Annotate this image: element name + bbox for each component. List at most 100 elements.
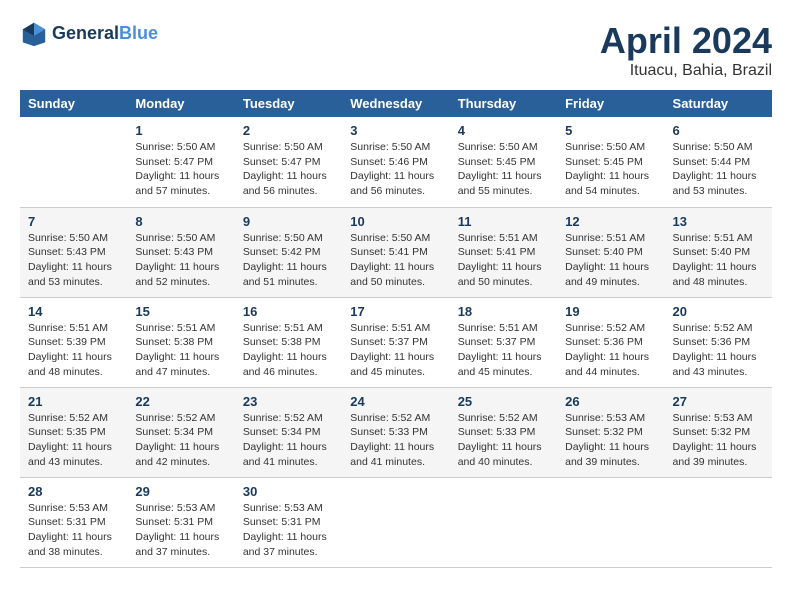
day-cell: 22 Sunrise: 5:52 AM Sunset: 5:34 PM Dayli… [127,387,234,477]
day-cell: 3 Sunrise: 5:50 AM Sunset: 5:46 PM Daylig… [342,117,449,207]
day-cell: 23 Sunrise: 5:52 AM Sunset: 5:34 PM Dayli… [235,387,342,477]
day-number: 3 [350,123,441,138]
day-info: Sunrise: 5:51 AM Sunset: 5:37 PM Dayligh… [458,321,549,380]
day-number: 21 [28,394,119,409]
day-number: 22 [135,394,226,409]
day-cell: 28 Sunrise: 5:53 AM Sunset: 5:31 PM Dayli… [20,477,127,567]
day-info: Sunrise: 5:52 AM Sunset: 5:36 PM Dayligh… [673,321,764,380]
day-info: Sunrise: 5:50 AM Sunset: 5:45 PM Dayligh… [565,140,656,199]
day-cell: 10 Sunrise: 5:50 AM Sunset: 5:41 PM Dayli… [342,207,449,297]
day-number: 6 [673,123,764,138]
day-cell [20,117,127,207]
logo-text: GeneralBlue [52,24,158,44]
day-info: Sunrise: 5:51 AM Sunset: 5:40 PM Dayligh… [565,231,656,290]
day-number: 17 [350,304,441,319]
day-cell: 2 Sunrise: 5:50 AM Sunset: 5:47 PM Daylig… [235,117,342,207]
day-info: Sunrise: 5:53 AM Sunset: 5:32 PM Dayligh… [565,411,656,470]
day-cell: 16Sunrise: 5:51 AM Sunset: 5:38 PM Dayli… [235,297,342,387]
day-number: 12 [565,214,656,229]
day-cell: 5Sunrise: 5:50 AM Sunset: 5:45 PM Daylig… [557,117,664,207]
day-info: Sunrise: 5:52 AM Sunset: 5:36 PM Dayligh… [565,321,656,380]
day-cell: 4 Sunrise: 5:50 AM Sunset: 5:45 PM Daylig… [450,117,557,207]
day-info: Sunrise: 5:50 AM Sunset: 5:46 PM Dayligh… [350,140,441,199]
day-info: Sunrise: 5:50 AM Sunset: 5:41 PM Dayligh… [350,231,441,290]
day-number: 13 [673,214,764,229]
day-info: Sunrise: 5:53 AM Sunset: 5:31 PM Dayligh… [28,501,119,560]
day-cell: 20Sunrise: 5:52 AM Sunset: 5:36 PM Dayli… [665,297,772,387]
day-number: 4 [458,123,549,138]
day-cell: 30 Sunrise: 5:53 AM Sunset: 5:31 PM Dayli… [235,477,342,567]
day-number: 24 [350,394,441,409]
day-info: Sunrise: 5:51 AM Sunset: 5:37 PM Dayligh… [350,321,441,380]
calendar-table: SundayMondayTuesdayWednesdayThursdayFrid… [20,90,772,568]
header-sunday: Sunday [20,90,127,117]
day-cell: 19 Sunrise: 5:52 AM Sunset: 5:36 PM Dayli… [557,297,664,387]
day-info: Sunrise: 5:50 AM Sunset: 5:43 PM Dayligh… [135,231,226,290]
day-number: 19 [565,304,656,319]
header-saturday: Saturday [665,90,772,117]
day-cell [342,477,449,567]
day-info: Sunrise: 5:50 AM Sunset: 5:43 PM Dayligh… [28,231,119,290]
title-block: April 2024 Ituacu, Bahia, Brazil [600,20,772,80]
header-tuesday: Tuesday [235,90,342,117]
day-number: 18 [458,304,549,319]
day-number: 25 [458,394,549,409]
day-info: Sunrise: 5:51 AM Sunset: 5:39 PM Dayligh… [28,321,119,380]
day-cell: 12 Sunrise: 5:51 AM Sunset: 5:40 PM Dayli… [557,207,664,297]
day-cell: 27 Sunrise: 5:53 AM Sunset: 5:32 PM Dayli… [665,387,772,477]
day-info: Sunrise: 5:51 AM Sunset: 5:40 PM Dayligh… [673,231,764,290]
day-number: 30 [243,484,334,499]
day-cell: 14 Sunrise: 5:51 AM Sunset: 5:39 PM Dayli… [20,297,127,387]
day-cell [665,477,772,567]
day-cell: 15Sunrise: 5:51 AM Sunset: 5:38 PM Dayli… [127,297,234,387]
day-cell: 25 Sunrise: 5:52 AM Sunset: 5:33 PM Dayli… [450,387,557,477]
day-cell: 24 Sunrise: 5:52 AM Sunset: 5:33 PM Dayli… [342,387,449,477]
day-cell: 1Sunrise: 5:50 AM Sunset: 5:47 PM Daylig… [127,117,234,207]
day-number: 1 [135,123,226,138]
day-cell: 6Sunrise: 5:50 AM Sunset: 5:44 PM Daylig… [665,117,772,207]
day-info: Sunrise: 5:52 AM Sunset: 5:34 PM Dayligh… [135,411,226,470]
day-info: Sunrise: 5:52 AM Sunset: 5:33 PM Dayligh… [458,411,549,470]
day-info: Sunrise: 5:50 AM Sunset: 5:42 PM Dayligh… [243,231,334,290]
day-info: Sunrise: 5:52 AM Sunset: 5:33 PM Dayligh… [350,411,441,470]
day-cell: 26Sunrise: 5:53 AM Sunset: 5:32 PM Dayli… [557,387,664,477]
day-number: 27 [673,394,764,409]
header-friday: Friday [557,90,664,117]
day-cell: 17 Sunrise: 5:51 AM Sunset: 5:37 PM Dayli… [342,297,449,387]
day-number: 2 [243,123,334,138]
day-cell [557,477,664,567]
header-wednesday: Wednesday [342,90,449,117]
header-row: SundayMondayTuesdayWednesdayThursdayFrid… [20,90,772,117]
week-row-2: 7Sunrise: 5:50 AM Sunset: 5:43 PM Daylig… [20,207,772,297]
day-cell: 21 Sunrise: 5:52 AM Sunset: 5:35 PM Dayli… [20,387,127,477]
day-number: 15 [135,304,226,319]
day-info: Sunrise: 5:50 AM Sunset: 5:45 PM Dayligh… [458,140,549,199]
location-subtitle: Ituacu, Bahia, Brazil [600,62,772,80]
day-info: Sunrise: 5:52 AM Sunset: 5:35 PM Dayligh… [28,411,119,470]
day-info: Sunrise: 5:50 AM Sunset: 5:47 PM Dayligh… [243,140,334,199]
day-number: 8 [135,214,226,229]
day-number: 14 [28,304,119,319]
week-row-1: 1 Sunrise: 5:50 AM Sunset: 5:47 PM Daylig… [20,117,772,207]
day-number: 16 [243,304,334,319]
day-info: Sunrise: 5:52 AM Sunset: 5:34 PM Dayligh… [243,411,334,470]
day-number: 11 [458,214,549,229]
day-info: Sunrise: 5:53 AM Sunset: 5:31 PM Dayligh… [243,501,334,560]
day-number: 23 [243,394,334,409]
day-cell: 7Sunrise: 5:50 AM Sunset: 5:43 PM Daylig… [20,207,127,297]
day-cell: 29Sunrise: 5:53 AM Sunset: 5:31 PM Dayli… [127,477,234,567]
day-number: 28 [28,484,119,499]
header-thursday: Thursday [450,90,557,117]
day-cell: 8 Sunrise: 5:50 AM Sunset: 5:43 PM Daylig… [127,207,234,297]
day-cell: 9 Sunrise: 5:50 AM Sunset: 5:42 PM Daylig… [235,207,342,297]
day-info: Sunrise: 5:53 AM Sunset: 5:32 PM Dayligh… [673,411,764,470]
day-number: 10 [350,214,441,229]
day-info: Sunrise: 5:53 AM Sunset: 5:31 PM Dayligh… [135,501,226,560]
week-row-5: 28 Sunrise: 5:53 AM Sunset: 5:31 PM Dayli… [20,477,772,567]
day-cell: 18 Sunrise: 5:51 AM Sunset: 5:37 PM Dayli… [450,297,557,387]
day-number: 9 [243,214,334,229]
day-cell: 13 Sunrise: 5:51 AM Sunset: 5:40 PM Dayli… [665,207,772,297]
month-title: April 2024 [600,20,772,62]
page-header: GeneralBlue April 2024 Ituacu, Bahia, Br… [20,20,772,80]
header-monday: Monday [127,90,234,117]
